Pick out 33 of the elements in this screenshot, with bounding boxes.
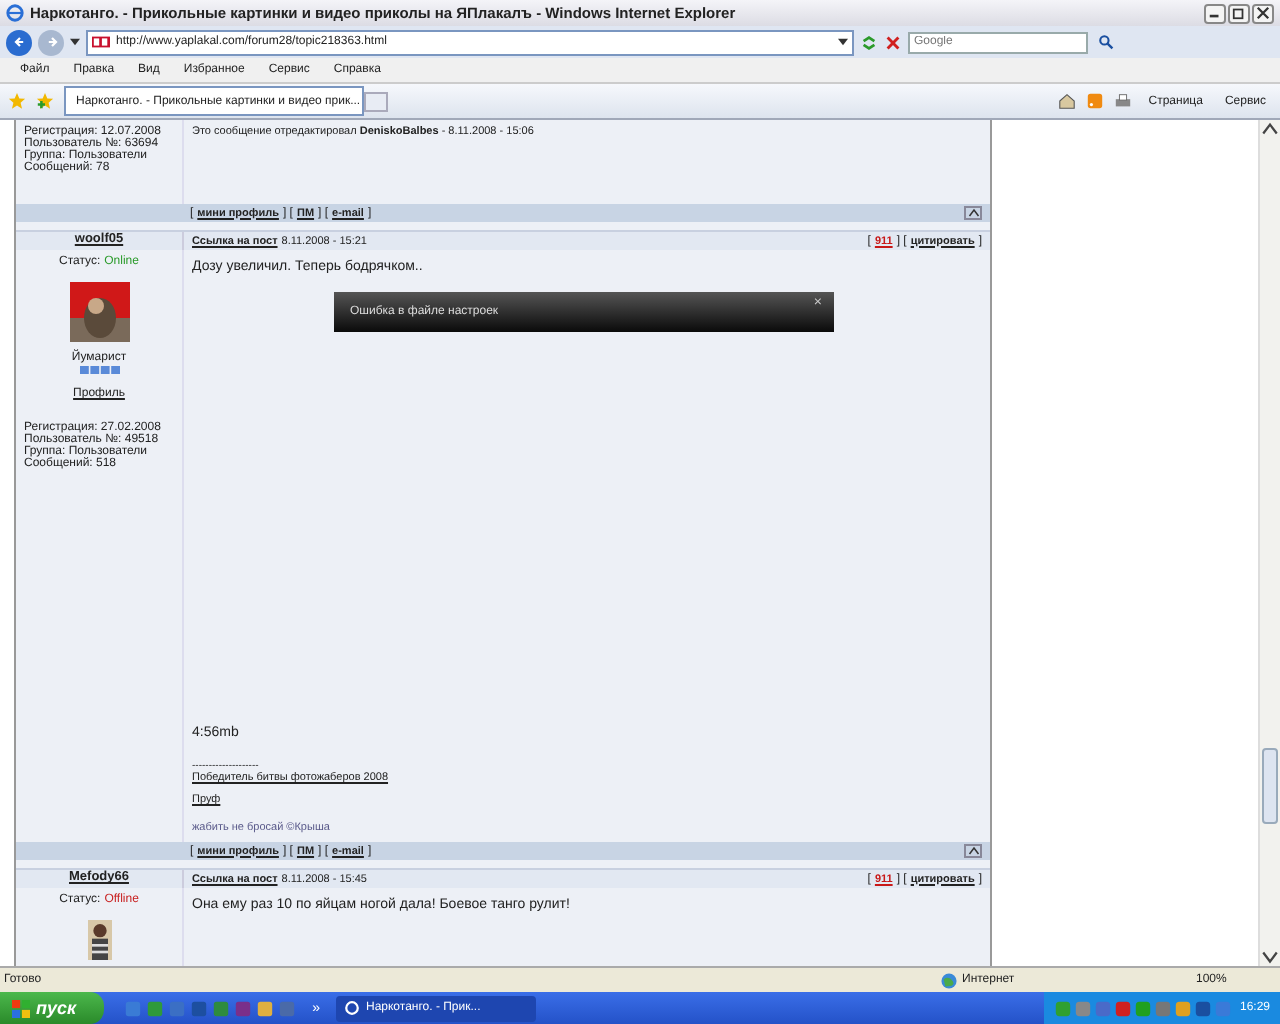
home-icon[interactable] xyxy=(1058,92,1077,110)
restore-button[interactable] xyxy=(1228,3,1250,23)
arrow-left-icon xyxy=(11,34,27,50)
search-icon xyxy=(1098,34,1114,50)
search-button[interactable] xyxy=(1094,31,1118,53)
scroll-thumb[interactable] xyxy=(1262,748,1278,824)
restore-icon xyxy=(1232,6,1246,20)
globe-icon xyxy=(940,971,958,989)
new-tab-button[interactable] xyxy=(364,91,388,111)
arrow-right-icon xyxy=(43,34,59,50)
print-icon[interactable] xyxy=(1114,92,1133,110)
scroll-top-button[interactable] xyxy=(964,206,982,220)
caret-icon[interactable] xyxy=(838,38,848,46)
add-favorite-icon[interactable] xyxy=(36,92,54,110)
site-logo-icon xyxy=(92,36,110,48)
stop-icon[interactable] xyxy=(884,33,902,51)
star-icon[interactable] xyxy=(8,92,26,110)
scroll-down-icon[interactable] xyxy=(1260,948,1280,966)
rank-pips-icon xyxy=(79,366,119,374)
close-button[interactable] xyxy=(1252,3,1274,23)
feed-icon[interactable] xyxy=(1086,92,1105,110)
browser-icon xyxy=(6,4,24,22)
back-button[interactable] xyxy=(6,29,32,55)
close-icon xyxy=(1256,6,1270,20)
caret-up-icon xyxy=(967,208,979,218)
browser-icon xyxy=(343,1000,360,1016)
minimize-button[interactable] xyxy=(1204,3,1226,23)
caret-icon[interactable] xyxy=(70,38,80,46)
windows-logo-icon xyxy=(12,999,30,1017)
refresh-icon[interactable] xyxy=(860,33,878,51)
caret-up-icon xyxy=(967,846,979,856)
scroll-top-button[interactable] xyxy=(964,844,982,858)
scroll-up-icon[interactable] xyxy=(1260,120,1280,138)
